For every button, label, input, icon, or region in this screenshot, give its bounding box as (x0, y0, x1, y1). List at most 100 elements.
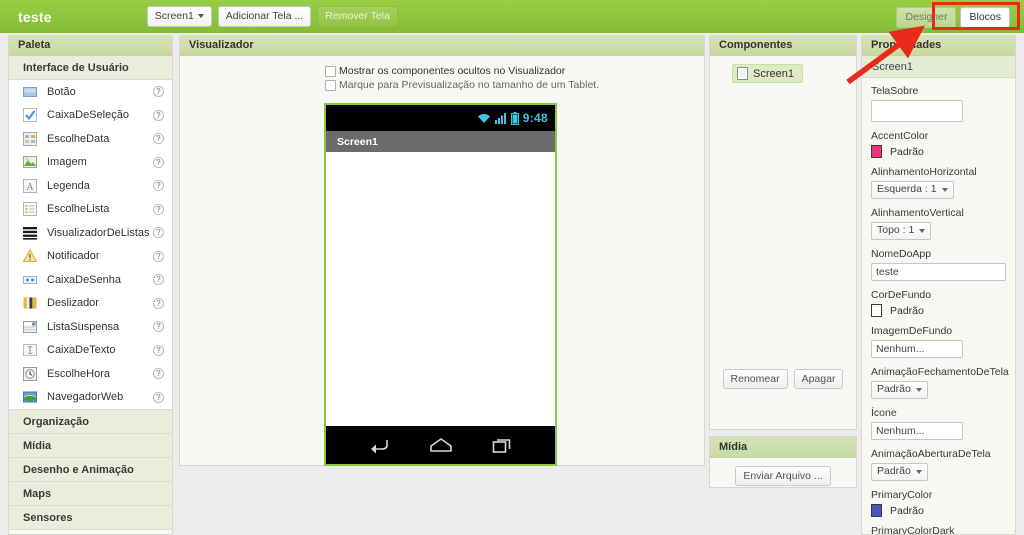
phone-canvas[interactable] (326, 152, 555, 426)
property-select-alinhamentohorizontal[interactable]: Esquerda : 1 (871, 181, 954, 199)
help-icon[interactable]: ? (153, 86, 164, 98)
palette-item-legenda[interactable]: A Legenda? (9, 174, 172, 198)
palette-category-maps[interactable]: Maps (9, 482, 172, 506)
recents-icon[interactable] (492, 437, 514, 454)
palette-item-escolhelista[interactable]: EscolheLista? (9, 198, 172, 222)
palette-item-imagem[interactable]: Imagem? (9, 151, 172, 175)
property-select-value: Padrão (877, 465, 911, 477)
palette-category-desenho[interactable]: Desenho e Animação (9, 458, 172, 482)
palette-item-listasuspensa[interactable]: ListaSuspensa? (9, 315, 172, 339)
media-header: Mídia (710, 437, 856, 458)
tablet-preview-checkbox[interactable] (325, 80, 336, 91)
property-row-anima-oaberturadetela: AnimaçãoAberturaDeTela Padrão (871, 448, 1006, 481)
palette-item-label: CaixaDeTexto (47, 344, 116, 357)
palette-category-organizacao[interactable]: Organização (9, 410, 172, 434)
component-actions: Renomear Apagar (710, 369, 856, 389)
property-input-imagemdefundo[interactable]: Nenhum... (871, 340, 963, 358)
palette-item-label: EscolheHora (47, 367, 110, 380)
listpicker-icon-wrap (23, 202, 37, 217)
components-panel: Componentes Screen1 Renomear Apagar (709, 35, 857, 430)
show-hidden-components-checkbox[interactable] (325, 66, 336, 77)
palette-item-label: Notificador (47, 250, 100, 263)
property-row-imagemdefundo: ImagemDeFundo Nenhum... (871, 325, 1006, 358)
palette-item-caixadesenha[interactable]: CaixaDeSenha? (9, 268, 172, 292)
viewer-header: Visualizador (180, 35, 704, 56)
help-icon[interactable]: ? (153, 203, 164, 215)
add-screen-button[interactable]: Adicionar Tela ... (217, 6, 312, 27)
color-swatch (871, 145, 882, 158)
property-color-cordefundo[interactable]: Padrão (871, 304, 1006, 317)
property-select-alinhamentovertical[interactable]: Topo : 1 (871, 222, 932, 240)
tablet-preview-row[interactable]: Marque para Previsualização no tamanho d… (180, 79, 704, 92)
help-icon[interactable]: ? (153, 321, 164, 333)
palette-item-deslizador[interactable]: Deslizador? (9, 292, 172, 316)
datepicker-icon (23, 131, 37, 146)
upload-file-button[interactable]: Enviar Arquivo ... (735, 466, 831, 486)
delete-component-button[interactable]: Apagar (793, 369, 844, 389)
property-name: CorDeFundo (871, 289, 932, 301)
help-icon[interactable]: ? (153, 156, 164, 168)
palette-item-escolhedata[interactable]: EscolheData? (9, 127, 172, 151)
tab-blocos[interactable]: Blocos (960, 7, 1010, 28)
help-icon[interactable]: ? (153, 297, 164, 309)
phone-status-time: 9:48 (522, 111, 548, 125)
remove-screen-button[interactable]: Remover Tela (317, 6, 398, 27)
help-icon[interactable]: ? (153, 227, 164, 239)
property-select-anima-oaberturadetela[interactable]: Padrão (871, 463, 928, 481)
screen-selector-dropdown[interactable]: Screen1 (146, 6, 212, 27)
palette-item-escolhehora[interactable]: EscolheHora? (9, 362, 172, 386)
palette-category-interface[interactable]: Interface de Usuário (9, 56, 172, 80)
checkbox-icon (23, 108, 37, 123)
listview-icon (23, 226, 37, 240)
home-icon[interactable] (429, 437, 453, 453)
notifier-icon (22, 249, 38, 263)
palette-item-caixadeseleção[interactable]: CaixaDeSeleção? (9, 104, 172, 128)
palette-item-navegadorweb[interactable]: NavegadorWeb? (9, 386, 172, 410)
palette-item-botão[interactable]: Botão? (9, 80, 172, 104)
component-node-screen1[interactable]: Screen1 (732, 64, 803, 83)
palette-item-notificador[interactable]: Notificador? (9, 245, 172, 269)
passwordbox-icon (23, 275, 37, 284)
rename-component-button[interactable]: Renomear (722, 369, 788, 389)
battery-icon (510, 111, 519, 125)
phone-navigation-bar (326, 426, 555, 464)
property-row-primarycolordark: PrimaryColorDarkPadrão (871, 525, 1006, 534)
help-icon[interactable]: ? (153, 133, 164, 145)
property-input-nomedoapp[interactable]: teste (871, 263, 1006, 281)
color-swatch (871, 304, 882, 317)
property-select-value: Esquerda : 1 (877, 183, 937, 195)
label-icon-wrap: A (23, 178, 37, 193)
datepicker-icon-wrap (23, 131, 37, 146)
help-icon[interactable]: ? (153, 109, 164, 121)
property-input--cone[interactable]: Nenhum... (871, 422, 963, 440)
components-header: Componentes (710, 35, 856, 56)
property-name: PrimaryColor (871, 489, 933, 501)
phone-preview[interactable]: 9:48 Screen1 (324, 103, 557, 466)
property-name: ImagemDeFundo (871, 325, 953, 337)
tab-designer[interactable]: Designer (896, 7, 957, 28)
property-row-anima-ofechamentodetela: AnimaçãoFechamentoDeTela Padrão (871, 366, 1009, 399)
help-icon[interactable]: ? (153, 391, 164, 403)
help-icon[interactable]: ? (153, 344, 164, 356)
property-color-primarycolor[interactable]: Padrão (871, 504, 1006, 517)
back-icon[interactable] (368, 436, 390, 454)
palette-category-sensores[interactable]: Sensores (9, 506, 172, 530)
help-icon[interactable]: ? (153, 368, 164, 380)
help-icon[interactable]: ? (153, 250, 164, 262)
help-icon[interactable]: ? (153, 180, 164, 192)
top-toolbar: teste Screen1 Adicionar Tela ... Remover… (0, 0, 1024, 33)
svg-text:A: A (26, 182, 34, 193)
palette-item-label: Legenda (47, 179, 90, 192)
help-icon[interactable]: ? (153, 274, 164, 286)
viewer-body: Mostrar os componentes ocultos no Visual… (180, 56, 704, 466)
palette-category-midia[interactable]: Mídia (9, 434, 172, 458)
property-color-accentcolor[interactable]: Padrão (871, 145, 1006, 158)
phone-status-bar: 9:48 (326, 105, 555, 131)
property-select-anima-ofechamentodetela[interactable]: Padrão (871, 381, 928, 399)
palette-item-visualizadordelistas[interactable]: VisualizadorDeListas? (9, 221, 172, 245)
property-textarea-telasobre[interactable] (871, 100, 963, 122)
show-hidden-components-row[interactable]: Mostrar os componentes ocultos no Visual… (180, 65, 704, 78)
palette-item-list: Botão? CaixaDeSeleção? EscolheData? Imagem?… (9, 80, 172, 410)
chevron-down-icon (941, 187, 948, 192)
palette-item-caixadetexto[interactable]: CaixaDeTexto? (9, 339, 172, 363)
